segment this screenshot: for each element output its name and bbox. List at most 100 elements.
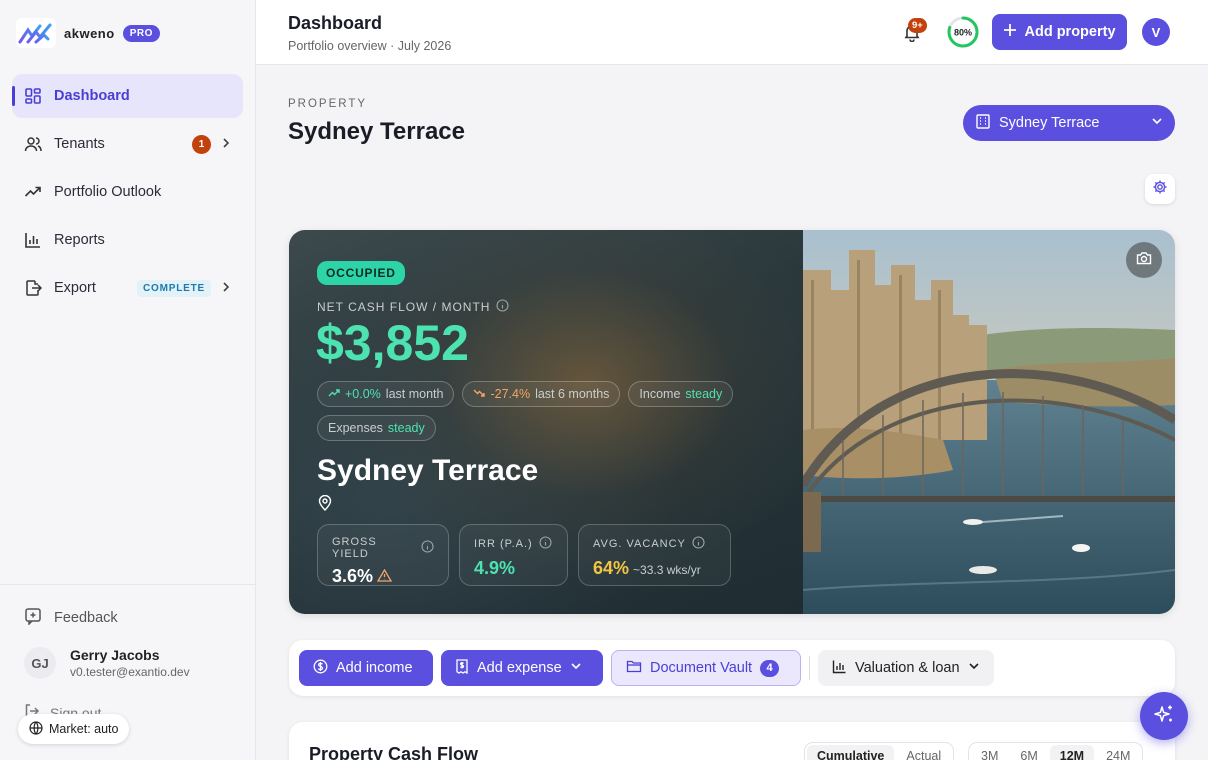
- map-pin-icon: [318, 494, 332, 516]
- chip-label: last 6 months: [535, 387, 610, 401]
- user-email: v0.tester@exantio.dev: [70, 665, 190, 679]
- market-label: Market: auto: [49, 722, 119, 736]
- chip-value: -27.4%: [490, 387, 531, 401]
- metric-gross-yield: GROSS YIELD 3.6%: [317, 524, 449, 586]
- net-cash-flow-label: NET CASH FLOW / MONTH: [317, 299, 510, 315]
- document-count-badge: 4: [760, 659, 780, 677]
- sidebar: akweno PRO Dashboard Tenants 1 Portfolio…: [0, 0, 256, 760]
- mode-cumulative[interactable]: Cumulative: [807, 745, 895, 760]
- chip-last-month: +0.0% last month: [317, 381, 455, 407]
- export-status-badge: COMPLETE: [137, 279, 211, 297]
- avatar: GJ: [24, 647, 56, 679]
- sparkles-icon: [1153, 703, 1175, 730]
- logo-icon: [16, 18, 56, 48]
- metric-value: 3.6%: [332, 566, 434, 587]
- metric-avg-vacancy: AVG. VACANCY 64% ~33.3 wks/yr: [578, 524, 731, 586]
- page-title: Dashboard: [288, 13, 383, 33]
- cash-flow-mode-toggle: Cumulative Actual: [804, 742, 955, 760]
- sidebar-item-export[interactable]: Export COMPLETE: [12, 266, 243, 310]
- valuation-loan-button[interactable]: Valuation & loan: [818, 650, 994, 686]
- info-icon[interactable]: [539, 536, 552, 552]
- info-icon[interactable]: [692, 536, 705, 552]
- valuation-loan-label: Valuation & loan: [855, 660, 960, 676]
- add-property-label: Add property: [1024, 24, 1116, 40]
- chevron-down-icon: [570, 660, 582, 676]
- gear-icon: [1152, 179, 1168, 200]
- property-name: Sydney Terrace: [317, 454, 539, 487]
- brand[interactable]: akweno PRO: [16, 18, 160, 48]
- chip-value: steady: [685, 387, 723, 401]
- feedback-link[interactable]: Feedback: [24, 607, 118, 629]
- building-icon: [975, 113, 991, 133]
- property-selector[interactable]: Sydney Terrace: [963, 105, 1175, 141]
- document-vault-button[interactable]: Document Vault 4: [611, 650, 801, 686]
- trend-chips: +0.0% last month -27.4% last 6 months In…: [317, 381, 787, 441]
- chevron-down-icon: [1151, 115, 1163, 131]
- bar-chart-icon: [832, 659, 847, 678]
- sidebar-item-label: Reports: [54, 232, 105, 248]
- gross-yield-value: 3.6%: [332, 566, 374, 586]
- metric-label: IRR (P.A.): [474, 536, 553, 552]
- metric-label-text: IRR (P.A.): [474, 538, 533, 550]
- vacancy-weeks: ~33.3 wks/yr: [633, 563, 701, 577]
- sidebar-footer: Feedback GJ Gerry Jacobs v0.tester@exant…: [0, 584, 256, 721]
- chip-label: Expenses: [328, 421, 383, 435]
- range-3m[interactable]: 3M: [971, 745, 1008, 760]
- chip-expenses: Expenses steady: [317, 415, 436, 441]
- add-income-button[interactable]: Add income: [299, 650, 433, 686]
- sidebar-item-portfolio-outlook[interactable]: Portfolio Outlook: [12, 170, 243, 214]
- trending-up-icon: [328, 387, 340, 401]
- property-hero-card: OCCUPIED NET CASH FLOW / MONTH $3,852 +0…: [289, 230, 1175, 614]
- chevron-right-icon[interactable]: [221, 281, 231, 296]
- range-24m[interactable]: 24M: [1096, 745, 1140, 760]
- sidebar-item-reports[interactable]: Reports: [12, 218, 243, 262]
- globe-icon: [29, 720, 43, 738]
- sidebar-item-label: Tenants: [54, 136, 105, 152]
- document-vault-label: Document Vault: [650, 660, 753, 676]
- range-12m[interactable]: 12M: [1049, 745, 1095, 760]
- grid-icon: [24, 87, 42, 105]
- avatar[interactable]: V: [1142, 18, 1170, 46]
- add-income-label: Add income: [336, 660, 413, 676]
- metric-value: 4.9%: [474, 558, 516, 578]
- brand-name: akweno: [64, 25, 115, 41]
- progress-label: 80%: [954, 28, 972, 38]
- sidebar-item-label: Export: [54, 280, 96, 296]
- sidebar-item-tenants[interactable]: Tenants 1: [12, 122, 243, 166]
- dollar-icon: [313, 659, 328, 678]
- add-property-button[interactable]: Add property: [992, 14, 1127, 50]
- net-cash-flow-value: $3,852: [316, 315, 469, 371]
- sidebar-item-dashboard[interactable]: Dashboard: [12, 74, 243, 118]
- market-selector[interactable]: Market: auto: [18, 714, 130, 744]
- info-icon[interactable]: [496, 299, 510, 315]
- feedback-label: Feedback: [54, 610, 118, 626]
- change-photo-button[interactable]: [1126, 242, 1162, 278]
- feedback-icon: [24, 607, 42, 629]
- chevron-right-icon[interactable]: [221, 137, 231, 152]
- user-profile[interactable]: GJ Gerry Jacobs v0.tester@exantio.dev: [24, 647, 190, 679]
- cash-flow-card: Property Cash Flow Cumulative Actual 3M …: [289, 722, 1175, 760]
- tenants-count-badge: 1: [192, 134, 211, 154]
- chip-label: Income: [639, 387, 681, 401]
- settings-button[interactable]: [1145, 174, 1175, 204]
- hero-summary-panel: OCCUPIED NET CASH FLOW / MONTH $3,852 +0…: [289, 230, 803, 614]
- ai-assistant-button[interactable]: [1140, 692, 1188, 740]
- plus-icon: [1003, 23, 1017, 41]
- add-expense-button[interactable]: Add expense: [441, 650, 603, 686]
- divider: [809, 656, 810, 680]
- net-cash-flow-label-text: NET CASH FLOW / MONTH: [317, 300, 491, 314]
- chip-six-months: -27.4% last 6 months: [462, 381, 621, 407]
- range-6m[interactable]: 6M: [1010, 745, 1047, 760]
- chip-label: last month: [385, 387, 444, 401]
- trending-up-icon: [24, 183, 42, 201]
- sidebar-item-label: Dashboard: [54, 88, 130, 104]
- info-icon[interactable]: [421, 540, 434, 556]
- chip-income: Income steady: [628, 381, 734, 407]
- sidebar-item-label: Portfolio Outlook: [54, 184, 162, 200]
- sidebar-nav: Dashboard Tenants 1 Portfolio Outlook Re…: [12, 74, 243, 314]
- folder-icon: [626, 659, 642, 677]
- export-icon: [24, 279, 42, 297]
- progress-ring[interactable]: 80%: [946, 15, 980, 49]
- trending-down-icon: [473, 387, 486, 401]
- mode-actual[interactable]: Actual: [896, 745, 951, 760]
